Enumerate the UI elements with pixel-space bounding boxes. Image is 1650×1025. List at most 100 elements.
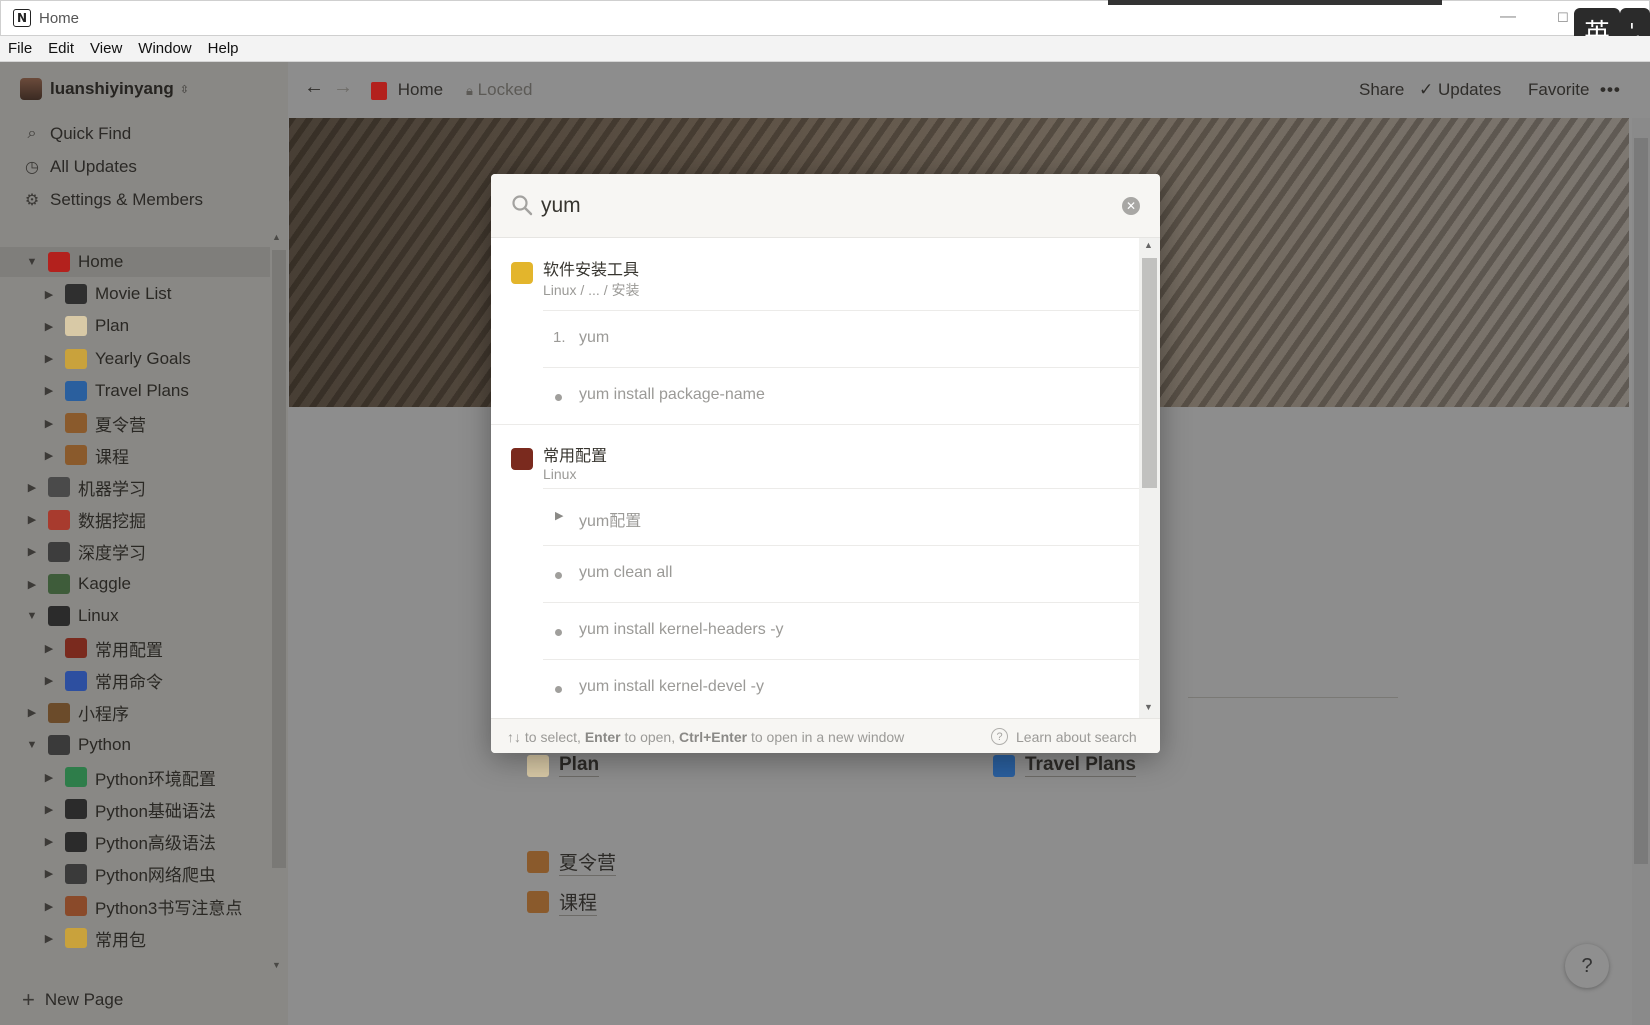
page-link-summer-camp[interactable]: 夏令营 xyxy=(527,848,617,876)
bullet-icon xyxy=(555,572,562,579)
sidebar-item[interactable]: ▶ Yearly Goals xyxy=(0,344,270,374)
menu-window[interactable]: Window xyxy=(138,40,191,57)
settings-link[interactable]: ⚙ Settings & Members xyxy=(22,190,203,210)
more-options-icon[interactable]: ••• xyxy=(1600,80,1621,100)
page-link-plan[interactable]: Plan xyxy=(527,754,600,777)
menu-view[interactable]: View xyxy=(90,40,122,57)
caret-right-icon[interactable]: ▶ xyxy=(24,706,40,719)
sidebar-item[interactable]: ▶ Python3书写注意点 xyxy=(0,891,270,921)
caret-right-icon[interactable]: ▶ xyxy=(41,803,57,816)
sidebar-item[interactable]: ▼ Linux xyxy=(0,601,270,631)
breadcrumb[interactable]: Home xyxy=(371,80,443,100)
menu-edit[interactable]: Edit xyxy=(48,40,74,57)
window-title: Home xyxy=(39,9,80,27)
sidebar-item[interactable]: ▼ Python xyxy=(0,730,270,760)
sidebar-item[interactable]: ▶ Python网络爬虫 xyxy=(0,859,270,889)
caret-right-icon[interactable]: ▶ xyxy=(24,578,40,591)
sidebar-item-label: 常用配置 xyxy=(95,640,163,660)
sidebar-item[interactable]: ▶ 常用包 xyxy=(0,923,270,953)
search-result-page[interactable]: 软件安装工具 Linux / ... / 安装 xyxy=(491,238,1139,310)
new-page-button[interactable]: + New Page xyxy=(22,987,123,1013)
sidebar-item[interactable]: ▶ Movie List xyxy=(0,279,270,309)
search-result-match[interactable]: yum install kernel-headers -y xyxy=(543,602,1139,659)
sidebar-item[interactable]: ▼ Home xyxy=(0,247,270,277)
sidebar-item[interactable]: ▶ 常用命令 xyxy=(0,666,270,696)
sidebar-item[interactable]: ▶ 课程 xyxy=(0,440,270,470)
page-icon xyxy=(371,81,387,100)
page-link-label: Plan xyxy=(559,754,600,777)
caret-right-icon[interactable]: ▶ xyxy=(41,417,57,430)
quick-find-link[interactable]: ⌕ Quick Find xyxy=(22,124,132,144)
favorite-button[interactable]: Favorite xyxy=(1528,80,1589,100)
sidebar-item[interactable]: ▶ Python环境配置 xyxy=(0,762,270,792)
menu-file[interactable]: File xyxy=(8,40,32,57)
hourglass-icon xyxy=(527,891,549,913)
search-input[interactable] xyxy=(541,191,1101,221)
toggle-triangle-icon: ▶ xyxy=(555,510,564,522)
minimize-icon[interactable]: — xyxy=(1500,8,1516,26)
caret-right-icon[interactable]: ▶ xyxy=(41,288,57,301)
caret-down-icon[interactable]: ▼ xyxy=(24,256,40,268)
page-emoji-icon xyxy=(48,477,70,498)
sidebar-scrollbar-thumb[interactable] xyxy=(272,250,286,868)
search-result-page[interactable]: 常用配置 Linux xyxy=(491,424,1139,496)
sidebar-item-label: Python网络爬虫 xyxy=(95,866,216,886)
caret-right-icon[interactable]: ▶ xyxy=(24,545,40,558)
forward-arrow-icon[interactable]: → xyxy=(333,76,353,99)
help-button[interactable]: ? xyxy=(1565,944,1609,988)
maximize-icon[interactable]: ☐ xyxy=(1557,10,1569,26)
clear-search-icon[interactable]: ✕ xyxy=(1122,197,1140,215)
caret-right-icon[interactable]: ▶ xyxy=(41,900,57,913)
sidebar-item[interactable]: ▶ Kaggle xyxy=(0,569,270,599)
search-icon: ⌕ xyxy=(27,125,37,142)
locked-indicator[interactable]: 🔒︎ Locked xyxy=(466,80,532,100)
learn-about-search-link[interactable]: ? Learn about search xyxy=(991,728,1137,745)
page-scrollbar-thumb[interactable] xyxy=(1634,138,1648,864)
sidebar-item[interactable]: ▶ Python高级语法 xyxy=(0,827,270,857)
workspace-switcher[interactable]: luanshiyinyang ⇳ xyxy=(20,78,189,100)
sidebar-item[interactable]: ▶ 机器学习 xyxy=(0,472,270,502)
sidebar-item[interactable]: ▶ Plan xyxy=(0,311,270,341)
sidebar-item[interactable]: ▶ 夏令营 xyxy=(0,408,270,438)
back-arrow-icon[interactable]: ← xyxy=(304,76,324,99)
sidebar-item[interactable]: ▶ 数据挖掘 xyxy=(0,505,270,535)
search-result-match[interactable]: ▶ yum配置 xyxy=(543,488,1139,545)
sidebar-item[interactable]: ▶ Travel Plans xyxy=(0,376,270,406)
sidebar-item-label: 常用命令 xyxy=(95,673,163,693)
all-updates-link[interactable]: ◷ All Updates xyxy=(22,157,137,177)
caret-right-icon[interactable]: ▶ xyxy=(41,320,57,333)
caret-right-icon[interactable]: ▶ xyxy=(24,513,40,526)
page-topbar: ← → Home 🔒︎ Locked Share ✓ Updates Favor… xyxy=(288,62,1650,118)
updates-button[interactable]: ✓ Updates xyxy=(1419,80,1501,100)
match-text: yum xyxy=(579,329,610,346)
page-link-courses[interactable]: 课程 xyxy=(527,888,598,916)
sidebar-item[interactable]: ▶ 深度学习 xyxy=(0,537,270,567)
sidebar-item[interactable]: ▶ 小程序 xyxy=(0,698,270,728)
caret-down-icon[interactable]: ▼ xyxy=(24,610,40,622)
sidebar-item[interactable]: ▶ Python基础语法 xyxy=(0,794,270,824)
search-result-match[interactable]: yum install package-name xyxy=(543,367,1139,424)
caret-right-icon[interactable]: ▶ xyxy=(41,352,57,365)
search-result-match[interactable]: yum install kernel-devel -y xyxy=(543,659,1139,716)
search-result-match[interactable]: 1. yum xyxy=(543,310,1139,367)
caret-down-icon[interactable]: ▼ xyxy=(24,739,40,751)
caret-right-icon[interactable]: ▶ xyxy=(41,835,57,848)
page-link-travel-plans[interactable]: Travel Plans xyxy=(993,754,1136,777)
menu-help[interactable]: Help xyxy=(208,40,239,57)
sidebar-item[interactable]: ▶ 常用配置 xyxy=(0,633,270,663)
caret-right-icon[interactable]: ▶ xyxy=(41,642,57,655)
caret-right-icon[interactable]: ▶ xyxy=(41,771,57,784)
share-button[interactable]: Share xyxy=(1359,80,1404,100)
page-emoji-icon xyxy=(65,348,87,369)
caret-right-icon[interactable]: ▶ xyxy=(41,867,57,880)
result-path: Linux xyxy=(543,466,577,482)
plus-icon: + xyxy=(22,987,35,1012)
search-result-match[interactable]: yum clean all xyxy=(543,545,1139,602)
caret-right-icon[interactable]: ▶ xyxy=(24,481,40,494)
caret-right-icon[interactable]: ▶ xyxy=(41,449,57,462)
caret-right-icon[interactable]: ▶ xyxy=(41,674,57,687)
match-text: yum install kernel-headers -y xyxy=(579,621,784,638)
caret-right-icon[interactable]: ▶ xyxy=(41,932,57,945)
caret-right-icon[interactable]: ▶ xyxy=(41,384,57,397)
results-scrollbar-thumb[interactable] xyxy=(1142,258,1157,488)
